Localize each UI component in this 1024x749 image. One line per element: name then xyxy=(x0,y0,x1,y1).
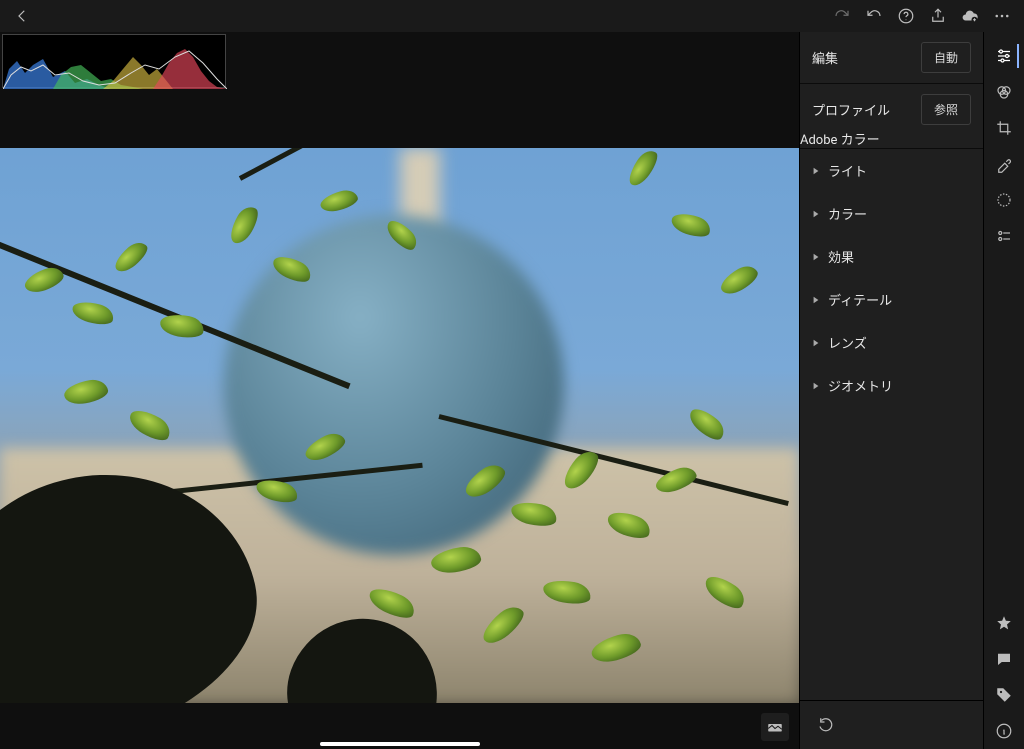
accordion-detail[interactable]: ディテール xyxy=(800,278,983,321)
accordion-label: 効果 xyxy=(828,247,854,266)
tool-crop[interactable] xyxy=(990,114,1018,142)
tool-radial-gradient[interactable] xyxy=(990,186,1018,214)
undo-button[interactable] xyxy=(860,2,888,30)
comments-icon[interactable] xyxy=(990,645,1018,673)
tool-healing-brush[interactable] xyxy=(990,150,1018,178)
help-button[interactable] xyxy=(892,2,920,30)
home-indicator xyxy=(320,742,480,746)
reset-button[interactable] xyxy=(812,711,840,739)
accordion-light[interactable]: ライト xyxy=(800,149,983,192)
keywords-tag-icon[interactable] xyxy=(990,681,1018,709)
more-button[interactable] xyxy=(988,2,1016,30)
accordion-lens[interactable]: レンズ xyxy=(800,321,983,364)
tool-color-mix[interactable] xyxy=(990,78,1018,106)
accordion-label: カラー xyxy=(828,204,867,223)
profile-label: プロファイル xyxy=(812,100,890,119)
accordion-color[interactable]: カラー xyxy=(800,192,983,235)
photo-preview[interactable] xyxy=(0,148,799,703)
profile-browse-button[interactable]: 参照 xyxy=(921,94,971,125)
tool-rail xyxy=(983,32,1024,749)
filmstrip-toggle-icon[interactable] xyxy=(761,713,789,741)
cloud-sync-icon[interactable] xyxy=(956,2,984,30)
accordion-effects[interactable]: 効果 xyxy=(800,235,983,278)
profile-value: Adobe カラー xyxy=(800,129,983,148)
topbar xyxy=(0,0,1024,32)
info-icon[interactable] xyxy=(990,717,1018,745)
accordion-geometry[interactable]: ジオメトリ xyxy=(800,364,983,407)
accordion-label: ライト xyxy=(828,161,867,180)
share-button[interactable] xyxy=(924,2,952,30)
tool-presets[interactable] xyxy=(990,222,1018,250)
redo-button[interactable] xyxy=(828,2,856,30)
accordion-label: ディテール xyxy=(828,290,892,309)
histogram[interactable] xyxy=(2,34,226,88)
preview-area xyxy=(0,32,799,749)
accordion-label: ジオメトリ xyxy=(828,376,893,395)
tool-adjust-sliders[interactable] xyxy=(990,42,1018,70)
auto-button[interactable]: 自動 xyxy=(921,42,971,73)
edit-panel: 編集 自動 プロファイル 参照 Adobe カラー ライト カラー 効果 xyxy=(799,32,983,749)
rate-star-icon[interactable] xyxy=(990,609,1018,637)
edit-title: 編集 xyxy=(812,48,838,67)
accordion-label: レンズ xyxy=(828,333,867,352)
back-button[interactable] xyxy=(8,2,36,30)
